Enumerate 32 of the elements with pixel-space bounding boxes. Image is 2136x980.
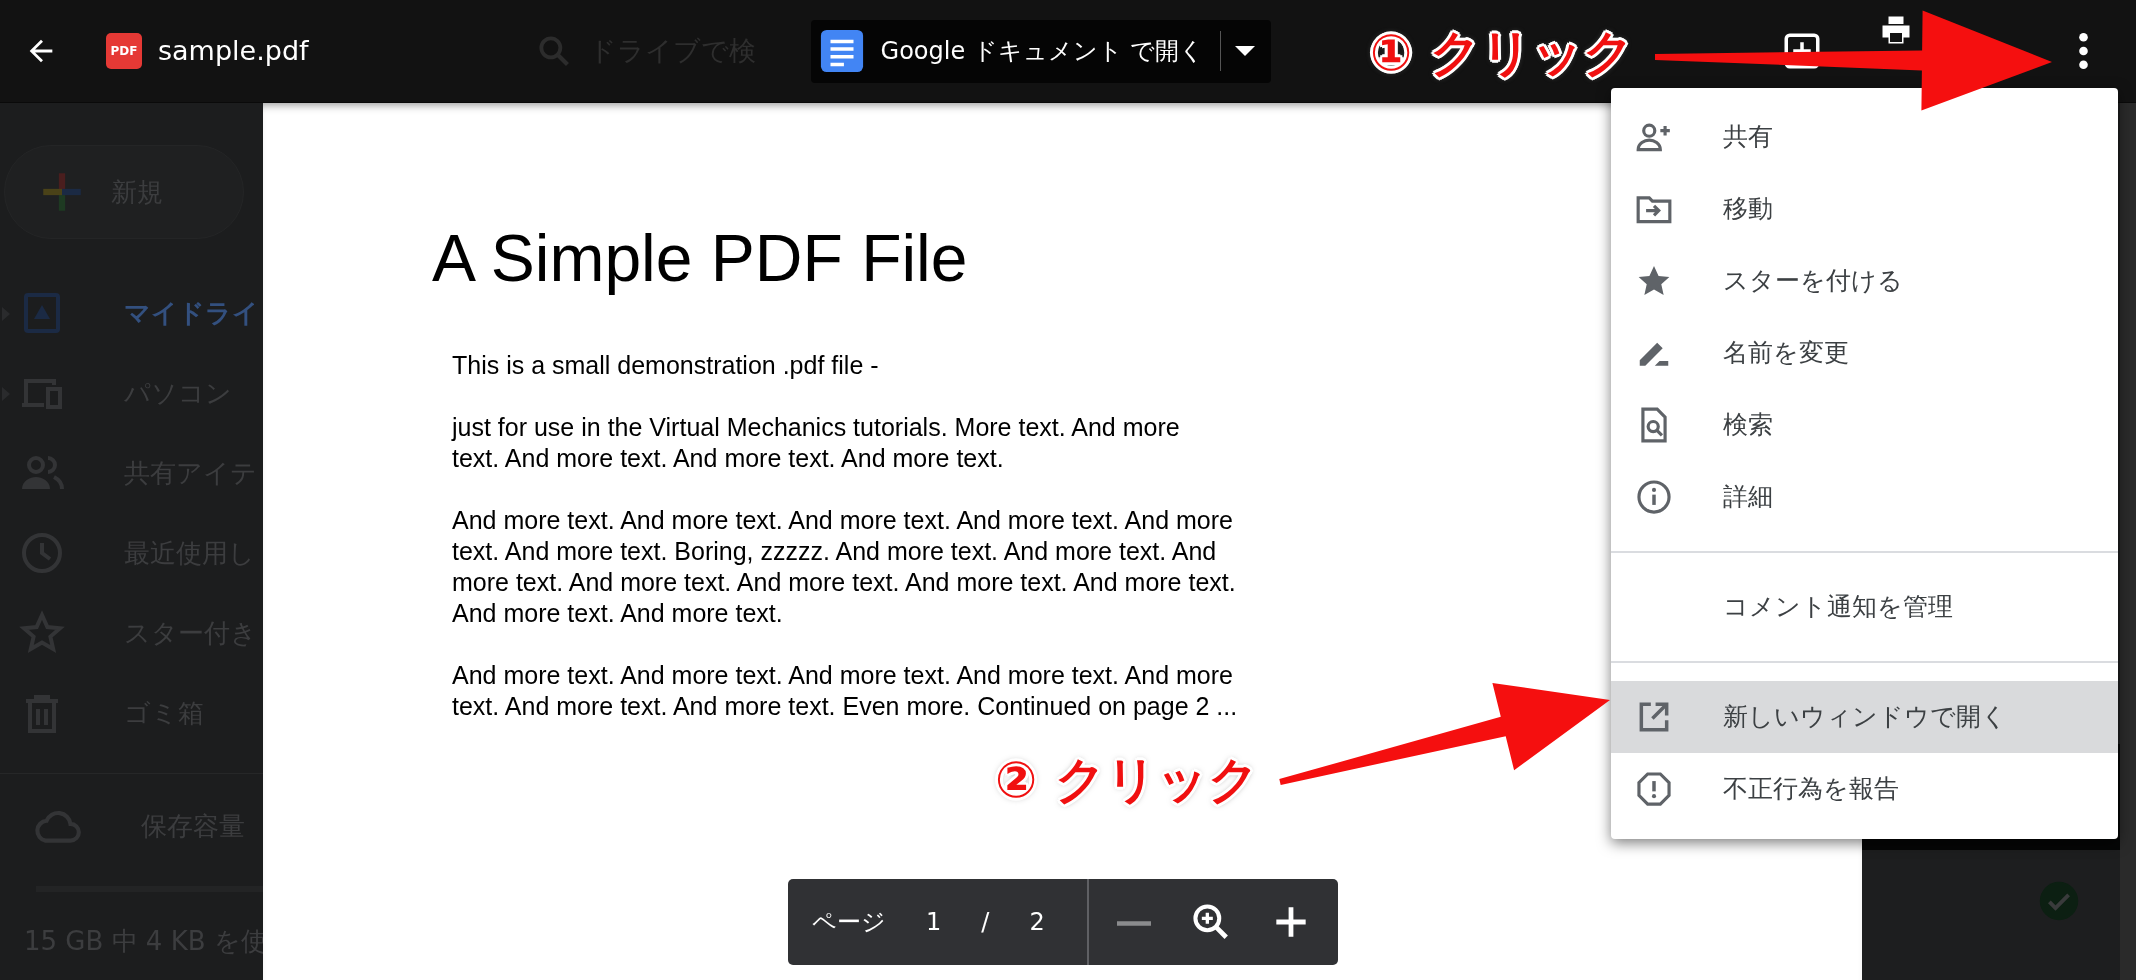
document-paragraph: And more text. And more text. And more text. And more text. And more text. And more text. Boring, zzzzz. And more text. And more text. And more text. And more text. And more text. And more text. And more text. And more text. And more text.	[452, 504, 1236, 629]
menu-item[interactable]: 不正行為を報告	[1611, 753, 2118, 825]
minus-icon	[1116, 920, 1151, 926]
scrollbar[interactable]	[2120, 103, 2136, 980]
menu-item[interactable]: 詳細	[1611, 461, 2118, 533]
document-title: A Simple PDF File	[432, 222, 968, 295]
more-vertical-icon	[2079, 33, 2088, 69]
document-icon	[818, 28, 865, 74]
pdf-file-icon: PDF	[106, 33, 142, 69]
annotation-label: ② クリック	[995, 755, 1259, 805]
menu-item[interactable]: 新しいウィンドウで開く	[1611, 681, 2118, 753]
menu-item[interactable]: スターを付ける	[1611, 245, 2118, 317]
menu-item[interactable]: コメント通知を管理	[1611, 571, 2118, 643]
page-label: ページ	[812, 907, 886, 938]
document-paragraph: just for use in the Virtual Mechanics tutorials. More text. And more text. And more text. And more text. And more text.	[452, 411, 1180, 474]
document-paragraph: And more text. And more text. And more text. And more text. And more text. And more text. And more text. Even more. Continued on page 2 ...	[452, 659, 1238, 722]
menu-item[interactable]: 名前を変更	[1611, 317, 2118, 389]
current-page-number: 1	[926, 907, 942, 938]
page-separator: /	[981, 907, 990, 938]
alert-octagon-icon	[1635, 770, 1673, 808]
more-options-button[interactable]	[2079, 33, 2088, 69]
document-paragraph: This is a small demonstration .pdf file -	[452, 349, 879, 381]
open-with-button[interactable]: Google ドキュメント で開く	[810, 19, 1272, 83]
total-pages: 2	[1029, 907, 1045, 938]
menu-item[interactable]: 共有	[1611, 101, 2118, 173]
annotation-label: ① クリック	[1370, 28, 1634, 78]
check-circle-icon	[2038, 880, 2080, 922]
dropdown-caret-icon	[1235, 46, 1256, 56]
menu-item[interactable]: 移動	[1611, 173, 2118, 245]
file-name: sample.pdf	[158, 33, 309, 68]
menu-item[interactable]: 検索	[1611, 389, 2118, 461]
info-icon	[1635, 478, 1673, 516]
